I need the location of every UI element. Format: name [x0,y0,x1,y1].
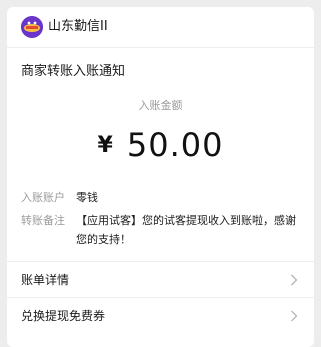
remark-key: 转账备注 [21,214,65,227]
amount-value: 50.00 [126,126,224,164]
notification-title: 商家转账入账通知 [21,64,126,79]
amount-label: 入账金额 [138,99,183,112]
app-logo-graphic [21,16,43,38]
transfer-notification-card: 山东勤信II 商家转账入账通知 入账金额 ¥50.00 入账账户 零钱 转账备注… [7,7,314,347]
remark-value: 【应用试客】您的试客提现收入到账啦，感谢您的支持！ [76,214,296,246]
redeem-voucher-label: 兑换提现免费券 [21,309,106,323]
remark-row: 转账备注 【应用试客】您的试客提现收入到账啦，感谢您的支持！ [21,211,311,251]
notification-header[interactable]: 山东勤信II [7,7,314,48]
account-key: 入账账户 [21,191,65,204]
account-row: 入账账户 零钱 [21,188,311,207]
chevron-right-icon [291,274,298,286]
app-name: 山东勤信II [48,19,108,34]
currency-symbol: ¥ [97,133,113,158]
amount-display: ¥50.00 [7,123,314,168]
bill-details-link[interactable]: 账单详情 [7,261,314,298]
redeem-voucher-link[interactable]: 兑换提现免费券 [7,297,314,334]
chevron-right-icon [291,310,298,322]
bill-details-label: 账单详情 [21,273,70,287]
account-value: 零钱 [76,191,98,204]
app-logo-icon [21,16,43,38]
